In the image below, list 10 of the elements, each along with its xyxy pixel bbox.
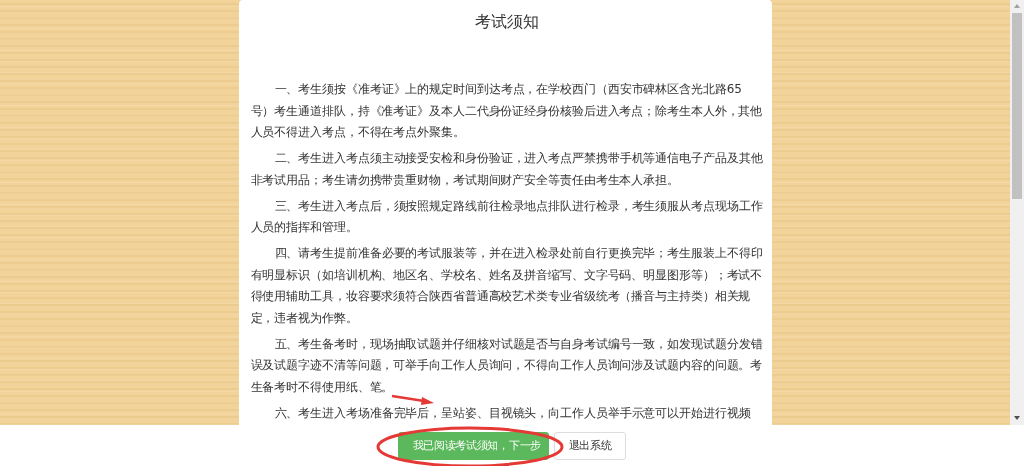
- notice-paragraph: 二、考生进入考点须主动接受安检和身份验证，进入考点严禁携带手机等通信电子产品及其他非考试用品；考生请勿携带贵重财物，考试期间财产安全等责任由考生本人承担。: [250, 150, 764, 189]
- notice-paragraph: 四、请考生提前准备必要的考试服装等，并在进入检录处前自行更换完毕；考生服装上不得印有明显标识（如培训机构、地区名、学校名、姓名及拼音缩写、文字号码、明显图形等）；考试不得使用辅助工具，妆容要求须符合陕西省普通高校艺术类专业省级统考（播音与主持类）相关规定，违者视为作弊。: [250, 245, 764, 327]
- notice-paragraph: 六、考生进入考场准备完毕后，呈站姿、目视镜头，向工作人员举手示意可以开始进行视频: [273, 404, 752, 422]
- scrollbar[interactable]: [1010, 0, 1024, 425]
- annotation-arrow: [391, 394, 434, 405]
- notice-paragraph: 五、考生备考时，现场抽取试题并仔细核对试题是否与自身考试编号一致，如发现试题分发错误及试题字迹不清等问题，可举手向工作人员询问，不得向工作人员询问涉及试题内容的问题。考生备考时不得使用纸、笔。: [250, 335, 764, 396]
- notice-paragraph: 三、考生进入考点后，须按照规定路线前往检录地点排队进行检录，考生须服从考点现场工作人员的指挥和管理。: [250, 197, 764, 236]
- notice-paragraph: 一、考生须按《准考证》上的规定时间到达考点，在学校西门（西安市碑林区含光北路65号）考生通道排队，持《准考证》及本人二代身份证经身份核验后进入考点；除考生本人外，其他人员不得进入考点，不得在考点外聚集。: [250, 81, 764, 141]
- notice-title: 考试须知: [475, 12, 539, 33]
- exit-button[interactable]: 退出系统: [553, 431, 627, 460]
